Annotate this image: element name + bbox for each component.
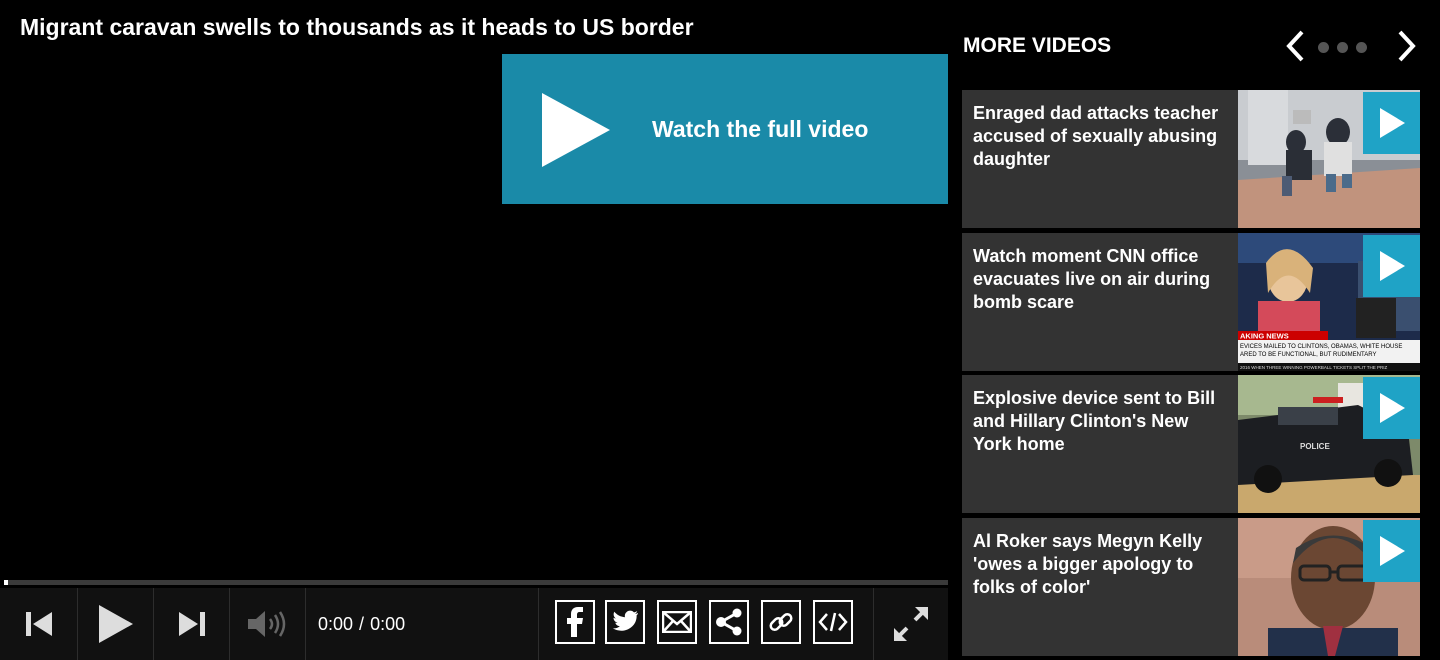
- email-icon: [662, 611, 692, 633]
- previous-button[interactable]: [0, 588, 78, 660]
- video-thumbnail: [1238, 90, 1420, 228]
- video-title: Migrant caravan swells to thousands as i…: [20, 14, 694, 40]
- thumbnail-ticker-text: ARED TO BE FUNCTIONAL, BUT RUDIMENTARY: [1240, 352, 1376, 358]
- page-dot[interactable]: [1318, 42, 1329, 53]
- progress-fill: [4, 580, 8, 585]
- thumbnail-play-button[interactable]: [1363, 92, 1420, 154]
- facebook-icon: [567, 607, 583, 637]
- chevron-left-icon: [1286, 30, 1304, 62]
- play-icon: [98, 605, 133, 643]
- embed-button[interactable]: [813, 600, 853, 644]
- next-button[interactable]: [154, 588, 230, 660]
- thumbnail-play-button[interactable]: [1363, 235, 1420, 297]
- share-icon: [716, 608, 742, 636]
- thumbnail-play-button[interactable]: [1363, 520, 1420, 582]
- video-card-title: Enraged dad attacks teacher accused of s…: [973, 103, 1219, 169]
- watch-full-video-button[interactable]: Watch the full video: [502, 54, 948, 204]
- thumbnail-ticker-text: EVICES MAILED TO CLINTONS, OBAMAS, WHITE…: [1240, 344, 1402, 350]
- time-separator: /: [359, 613, 365, 634]
- time-total: 0:00: [370, 613, 406, 634]
- thumbnail-banner-text: AKING NEWS: [1240, 332, 1289, 341]
- twitter-share-button[interactable]: [605, 600, 645, 644]
- copy-link-button[interactable]: [761, 600, 801, 644]
- facebook-share-button[interactable]: [555, 600, 595, 644]
- video-card[interactable]: Watch moment CNN office evacuates live o…: [962, 233, 1420, 371]
- thumbnail-car-text: POLICE: [1300, 442, 1330, 451]
- thumbnail-ticker-text: 2016 WHEN THREE WINNING POWERBALL TICKET…: [1240, 365, 1388, 370]
- play-icon: [1379, 393, 1405, 423]
- video-card[interactable]: Al Roker says Megyn Kelly 'owes a bigger…: [962, 518, 1420, 656]
- page-dot[interactable]: [1356, 42, 1367, 53]
- control-bar: 0:00 / 0:00: [0, 588, 948, 660]
- watch-full-video-label: Watch the full video: [652, 116, 869, 142]
- carousel-pager: [1282, 28, 1422, 64]
- video-thumbnail: AKING NEWS EVICES MAILED TO CLINTONS, OB…: [1238, 233, 1420, 371]
- more-videos-panel: MORE VIDEOS Enraged dad attacks teacher …: [948, 0, 1440, 660]
- previous-page-button[interactable]: [1282, 28, 1308, 64]
- video-card[interactable]: Enraged dad attacks teacher accused of s…: [962, 90, 1420, 228]
- page-dots: [1318, 42, 1367, 53]
- twitter-icon: [612, 610, 638, 631]
- link-icon: [769, 612, 793, 632]
- volume-button[interactable]: [230, 588, 306, 660]
- video-player[interactable]: Migrant caravan swells to thousands as i…: [0, 0, 948, 660]
- time-display: 0:00 / 0:00: [318, 588, 405, 660]
- play-icon: [1379, 108, 1405, 138]
- fullscreen-button[interactable]: [874, 588, 948, 660]
- video-thumbnail: [1238, 518, 1420, 656]
- embed-icon: [818, 612, 848, 632]
- progress-bar[interactable]: [4, 580, 948, 585]
- previous-icon: [25, 612, 52, 636]
- play-icon: [542, 93, 610, 167]
- email-share-button[interactable]: [657, 600, 697, 644]
- video-thumbnail: POLICE: [1238, 375, 1420, 513]
- chevron-right-icon: [1398, 30, 1416, 62]
- share-button[interactable]: [709, 600, 749, 644]
- share-toolbar: [538, 588, 874, 660]
- expand-icon: [894, 607, 928, 641]
- play-button[interactable]: [78, 588, 154, 660]
- thumbnail-play-button[interactable]: [1363, 377, 1420, 439]
- video-card-title: Watch moment CNN office evacuates live o…: [973, 246, 1211, 312]
- volume-icon: [247, 611, 285, 637]
- video-card-title: Explosive device sent to Bill and Hillar…: [973, 388, 1216, 454]
- page-dot[interactable]: [1337, 42, 1348, 53]
- more-videos-heading: MORE VIDEOS: [963, 34, 1112, 57]
- next-icon: [178, 612, 205, 636]
- next-page-button[interactable]: [1394, 28, 1420, 64]
- time-current: 0:00: [318, 613, 354, 634]
- video-card[interactable]: Explosive device sent to Bill and Hillar…: [962, 375, 1420, 513]
- play-icon: [1379, 251, 1405, 281]
- play-icon: [1379, 536, 1405, 566]
- video-card-title: Al Roker says Megyn Kelly 'owes a bigger…: [973, 531, 1203, 597]
